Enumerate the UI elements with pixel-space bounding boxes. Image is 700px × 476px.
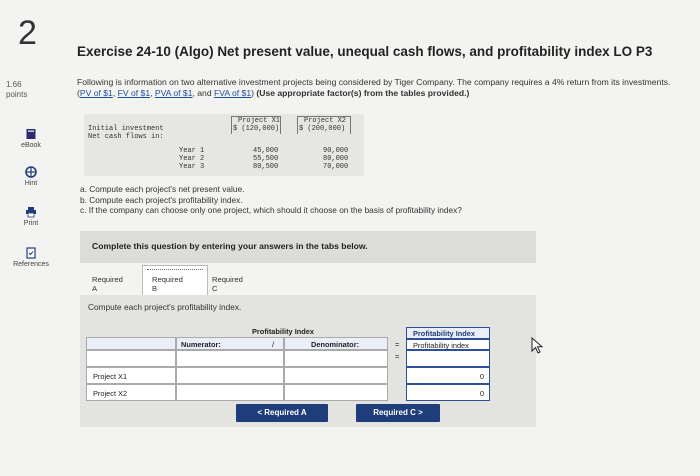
result-subheader-cell: Profitability index <box>406 339 490 350</box>
initial-x2: $ (200,000) <box>299 125 346 133</box>
numerator-input-x2[interactable] <box>176 384 284 401</box>
instruction-box: Complete this question by entering your … <box>80 231 536 263</box>
table-row-label-cell: Project X1 <box>86 367 176 384</box>
spacer-cell <box>284 350 388 367</box>
year-x2-value: 70,000 <box>323 163 349 171</box>
year-label: Year 1 <box>179 147 205 155</box>
year-x2-value: 80,000 <box>323 155 349 163</box>
row-label: Project X1 <box>93 372 128 381</box>
references-icon <box>26 247 36 259</box>
task-item: a. Compute each project's net present va… <box>80 184 245 194</box>
question-number: 2 <box>18 14 37 52</box>
result-cell-x1: 0 <box>406 367 490 384</box>
year-x1-value: 55,500 <box>253 155 279 163</box>
link-pv-of-1[interactable]: PV of $1 <box>80 88 113 98</box>
task-item: c. If the company can choose only one pr… <box>80 205 462 215</box>
initial-x1: $ (120,000) <box>233 125 280 133</box>
header-cell-numerator: Numerator: <box>176 337 284 350</box>
instruction-text: Complete this question by entering your … <box>92 241 368 251</box>
hint-icon <box>25 166 37 178</box>
tab-required-c[interactable]: Required C <box>212 275 243 293</box>
tab-focus-outline <box>147 269 203 270</box>
points-label: points <box>6 90 28 99</box>
link-fva-of-1[interactable]: FVA of $1 <box>214 88 251 98</box>
panel-prompt: Compute each project's profitability ind… <box>88 302 242 312</box>
sidebar-item-label: eBook <box>21 142 41 149</box>
year-x1-value: 45,000 <box>253 147 279 155</box>
year-x1-value: 80,500 <box>253 163 279 171</box>
year-label: Year 2 <box>179 155 205 163</box>
exercise-title: Exercise 24-10 (Algo) Net present value,… <box>77 44 653 59</box>
denominator-input-x2[interactable] <box>284 384 388 401</box>
instruction-bold: (Use appropriate factor(s) from the tabl… <box>256 88 470 98</box>
denominator-label: Denominator: <box>311 340 360 349</box>
link-fv-of-1[interactable]: FV of $1 <box>118 88 150 98</box>
table-title: Profitability Index <box>252 327 315 336</box>
cashflow-label: Net cash flows in: <box>88 133 164 141</box>
sidebar-item-ebook[interactable]: eBook <box>0 128 62 149</box>
result-value: 0 <box>479 372 484 381</box>
task-item: b. Compute each project's profitability … <box>80 194 243 205</box>
result-subheader: Profitability index <box>413 341 469 350</box>
spacer-cell <box>176 350 284 367</box>
equals-sign: = <box>395 340 400 349</box>
print-icon <box>26 207 36 218</box>
header-cell-denominator: Denominator: <box>284 337 388 350</box>
link-separator: , and <box>192 88 212 98</box>
points-display: 1.66 points <box>6 80 27 100</box>
result-cell-x2: 0 <box>406 384 490 401</box>
mouse-cursor-icon <box>531 337 544 354</box>
task-list: a. Compute each project's net present va… <box>80 184 462 216</box>
intro-text: Following is information on two alternat… <box>77 77 671 87</box>
header-cell-label <box>86 337 176 350</box>
equals-sign: = <box>395 352 400 361</box>
sidebar-item-label: Print <box>23 220 39 227</box>
sidebar-item-label: References <box>13 261 49 268</box>
exercise-intro: Following is information on two alternat… <box>77 77 677 99</box>
sidebar-item-references[interactable]: References <box>0 247 62 268</box>
initial-investment-label: Initial investment <box>88 125 164 133</box>
column-header-x2: Project X2 <box>304 117 347 125</box>
result-value: 0 <box>479 389 484 398</box>
division-slash: / <box>272 340 275 349</box>
tab-required-b[interactable]: Required B <box>152 275 183 293</box>
year-x2-value: 90,000 <box>323 147 349 155</box>
numerator-input-x1[interactable] <box>176 367 284 384</box>
investment-table: Project X1 Project X2 Initial investment… <box>84 114 364 176</box>
year-label: Year 3 <box>179 163 205 171</box>
ebook-icon <box>26 129 36 139</box>
table-row-label-cell: Project X2 <box>86 384 176 401</box>
sidebar-item-hint[interactable]: Hint <box>0 166 62 187</box>
sidebar-item-print[interactable]: Print <box>0 206 62 227</box>
header-cell-result: Profitability Index <box>406 327 490 339</box>
link-separator: , <box>150 88 153 98</box>
row-label: Project X2 <box>93 389 128 398</box>
denominator-input-x1[interactable] <box>284 367 388 384</box>
prev-required-a-button[interactable]: < Required A <box>236 404 328 422</box>
points-value: 1.66 <box>6 80 22 89</box>
spacer-cell <box>406 350 490 367</box>
result-header: Profitability Index <box>413 329 476 338</box>
paren-close: ) <box>251 88 254 98</box>
link-pva-of-1[interactable]: PVA of $1 <box>155 88 193 98</box>
sidebar-item-label: Hint <box>24 180 38 187</box>
column-header-x1: Project X1 <box>238 117 281 125</box>
sidebar: 2 1.66 points eBook Hint Print Reference… <box>0 0 62 476</box>
spacer-cell <box>86 350 176 367</box>
next-required-c-button[interactable]: Required C > <box>356 404 440 422</box>
link-separator: , <box>112 88 116 98</box>
tab-required-a[interactable]: Required A <box>92 275 123 293</box>
numerator-label: Numerator: <box>181 340 221 349</box>
